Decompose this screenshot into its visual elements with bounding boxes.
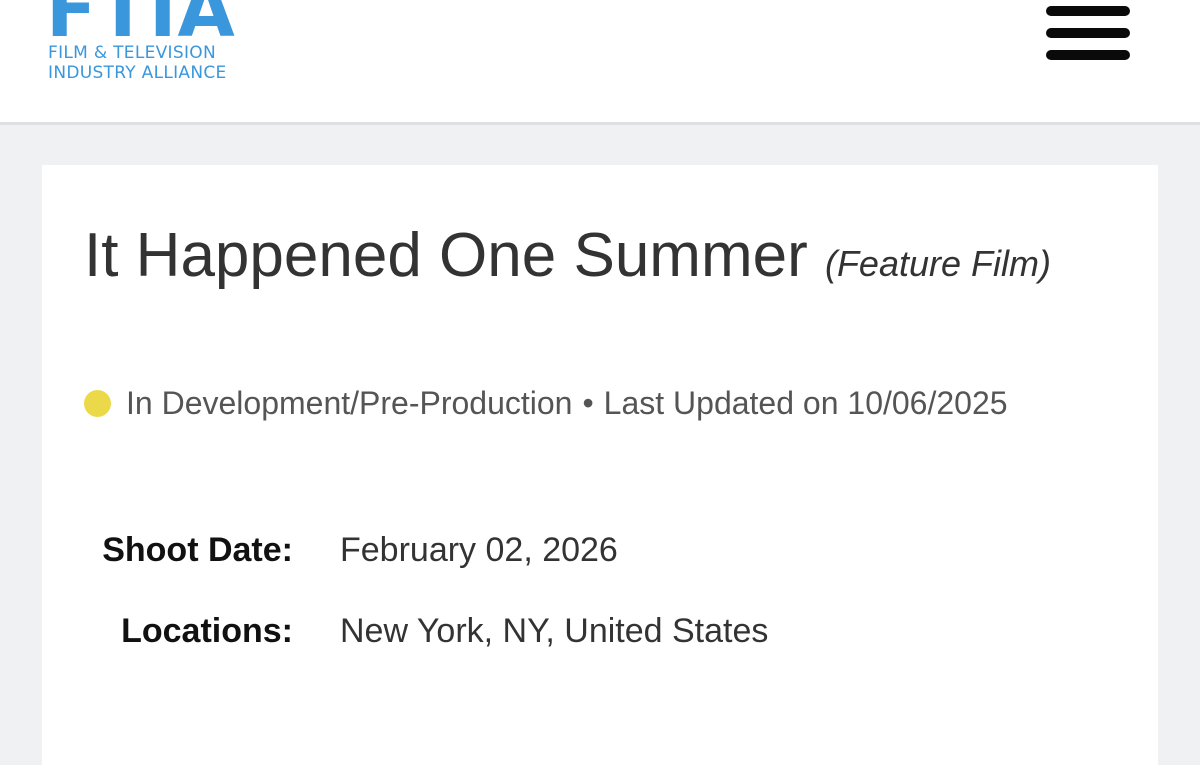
last-updated: Last Updated on 10/06/2025 xyxy=(603,384,1008,421)
shoot-date-value: February 02, 2026 xyxy=(340,531,618,569)
logo-mark: FTIA xyxy=(46,0,236,54)
menu-bar-top xyxy=(1046,6,1130,16)
locations-label: Locations: xyxy=(121,612,293,650)
logo-subline-1: FILM & TELEVISION xyxy=(48,43,216,63)
project-title: It Happened One Summer xyxy=(84,221,808,290)
project-type: (Feature Film) xyxy=(824,243,1051,284)
status-separator: • xyxy=(582,384,594,421)
status-dot-icon xyxy=(84,389,111,417)
locations-value: New York, NY, United States xyxy=(340,612,769,650)
site-header: FTIA FILM & TELEVISION INDUSTRY ALLIANCE xyxy=(0,0,1200,125)
project-title-heading: It Happened One Summer (Feature Film) xyxy=(84,210,1084,310)
menu-bar-bottom xyxy=(1046,50,1130,60)
hamburger-menu-icon[interactable] xyxy=(1044,4,1132,64)
logo-subline-2: INDUSTRY ALLIANCE xyxy=(48,63,227,83)
shoot-date-label: Shoot Date: xyxy=(102,531,293,569)
menu-bar-middle xyxy=(1046,28,1130,38)
status-line: In Development/Pre-Production • Last Upd… xyxy=(84,383,1008,423)
status-text: In Development/Pre-Production xyxy=(126,384,573,421)
project-card: It Happened One Summer (Feature Film) In… xyxy=(42,165,1158,765)
